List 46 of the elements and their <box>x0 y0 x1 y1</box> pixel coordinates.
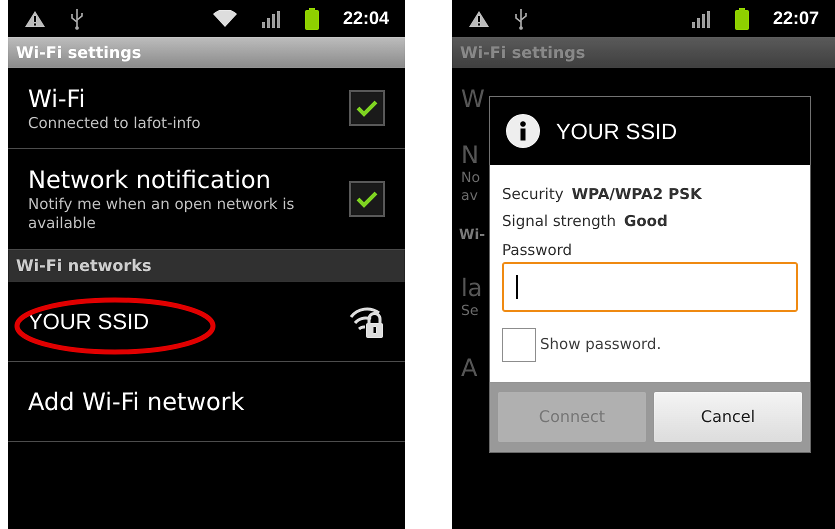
setting-summary: Connected to lafot-info <box>28 114 202 132</box>
password-label: Password <box>502 240 574 261</box>
section-header: Wi-Fi settings <box>8 37 405 68</box>
checkbox[interactable] <box>502 328 536 362</box>
dimmed-text: la <box>461 273 482 303</box>
network-row[interactable]: YOUR SSID <box>8 282 405 362</box>
dimmed-text: No <box>461 170 480 188</box>
dimmed-text: av <box>461 188 478 205</box>
usb-icon <box>514 8 528 30</box>
section-header: Wi-Fi settings <box>452 37 835 68</box>
dimmed-text: A <box>461 352 478 382</box>
battery-icon <box>734 8 749 30</box>
clock-time: 22:07 <box>772 7 819 30</box>
battery-icon <box>304 8 319 30</box>
warning-icon <box>468 10 490 28</box>
dimmed-text: Wi- <box>459 226 486 244</box>
signal-icon <box>690 10 711 28</box>
setting-summary: Notify me when an open network is available <box>28 195 296 233</box>
dimmed-text: W <box>461 84 485 114</box>
signal-icon <box>260 10 281 28</box>
warning-icon <box>24 10 46 28</box>
dialog-title: YOUR SSID <box>556 118 678 146</box>
info-label: Signal strength <box>502 211 616 232</box>
clock-time: 22:04 <box>342 7 389 30</box>
setting-title: Wi-Fi <box>28 84 86 114</box>
dimmed-text: N <box>461 140 479 170</box>
checkmark-icon <box>356 99 378 117</box>
dimmed-text: Se <box>461 303 478 320</box>
network-row[interactable]: Add Wi-Fi network <box>8 362 405 442</box>
checkbox[interactable] <box>349 181 385 217</box>
add-network-label: Add Wi-Fi network <box>28 386 244 418</box>
info-icon <box>506 114 540 148</box>
checkbox[interactable] <box>349 90 385 126</box>
checkbox-label: Show password. <box>540 334 662 356</box>
checkmark-icon <box>356 190 378 208</box>
dialog-button[interactable]: Cancel <box>654 392 802 442</box>
setting-title: Network notification <box>28 165 272 196</box>
network-name: YOUR SSID <box>28 308 150 336</box>
text-cursor <box>516 274 518 298</box>
password-field[interactable] <box>502 262 798 312</box>
info-value: WPA/WPA2 PSK <box>572 184 702 205</box>
info-label: Security <box>502 184 564 205</box>
info-value: Good <box>624 211 668 232</box>
section-header: Wi-Fi networks <box>8 250 405 282</box>
usb-icon <box>70 8 84 30</box>
settings-row[interactable]: Wi-Fi Connected to lafot-info <box>8 68 405 149</box>
